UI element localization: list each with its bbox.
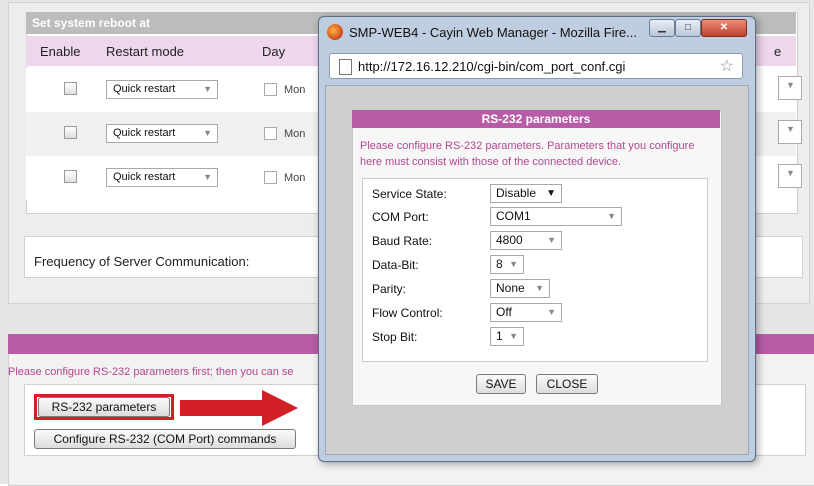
restart-mode-value: Quick restart — [113, 83, 176, 95]
baud-rate-select[interactable]: 4800 ▼ — [490, 231, 562, 250]
minimize-button[interactable]: ▁ — [649, 19, 675, 37]
parity-label: Parity: — [372, 282, 407, 296]
save-button[interactable]: SAVE — [476, 374, 526, 394]
restart-mode-select[interactable]: Quick restart ▼ — [106, 124, 218, 143]
chevron-down-icon: ▼ — [509, 331, 518, 341]
close-button[interactable]: CLOSE — [536, 374, 598, 394]
column-enable: Enable — [40, 44, 81, 59]
dialog-note: Please configure RS-232 parameters. Para… — [360, 140, 695, 168]
enable-checkbox[interactable] — [64, 126, 77, 139]
com-port-select[interactable]: COM1 ▼ — [490, 207, 622, 226]
restart-mode-value: Quick restart — [113, 127, 176, 139]
chevron-down-icon: ▼ — [203, 84, 212, 94]
row-select-stub[interactable]: ▼ — [778, 120, 802, 144]
day-label: Mon — [284, 128, 306, 140]
flow-control-value: Off — [496, 305, 512, 319]
data-bit-value: 8 — [496, 257, 503, 271]
parity-value: None — [496, 281, 525, 295]
day-label: Mon — [284, 84, 306, 96]
dialog-title: RS-232 parameters — [352, 110, 720, 128]
configure-commands-button[interactable]: Configure RS-232 (COM Port) commands — [34, 429, 296, 449]
com-port-label: COM Port: — [372, 210, 429, 224]
chevron-down-icon: ▼ — [786, 168, 795, 178]
maximize-icon: □ — [684, 22, 692, 33]
baud-rate-value: 4800 — [496, 233, 523, 247]
page-icon — [339, 59, 352, 75]
chevron-down-icon: ▼ — [786, 80, 795, 90]
chevron-down-icon: ▼ — [509, 259, 518, 269]
data-bit-label: Data-Bit: — [372, 258, 419, 272]
day-checkbox[interactable] — [264, 83, 277, 96]
chevron-down-icon: ▼ — [203, 172, 212, 182]
rs232-note: Please configure RS-232 parameters first… — [8, 366, 294, 378]
baud-rate-label: Baud Rate: — [372, 234, 433, 248]
stop-bit-label: Stop Bit: — [372, 330, 418, 344]
data-bit-select[interactable]: 8 ▼ — [490, 255, 524, 274]
close-window-button[interactable]: ✕ — [701, 19, 747, 37]
red-arrow-icon — [180, 390, 298, 426]
chevron-down-icon: ▼ — [203, 128, 212, 138]
enable-checkbox[interactable] — [64, 82, 77, 95]
url-bar[interactable]: http://172.16.12.210/cgi-bin/com_port_co… — [329, 53, 743, 79]
day-checkbox[interactable] — [264, 127, 277, 140]
service-state-select[interactable]: Disable ▼ — [490, 184, 562, 203]
restart-mode-select[interactable]: Quick restart ▼ — [106, 168, 218, 187]
stop-bit-select[interactable]: 1 ▼ — [490, 327, 524, 346]
restart-mode-value: Quick restart — [113, 171, 176, 183]
minimize-icon: ▁ — [658, 22, 666, 33]
chevron-down-icon: ▼ — [547, 235, 556, 245]
highlight-box — [34, 394, 174, 420]
bookmark-star-icon[interactable]: ☆ — [720, 56, 734, 76]
day-label: Mon — [284, 172, 306, 184]
maximize-button[interactable]: □ — [675, 19, 701, 37]
row-select-stub[interactable]: ▼ — [778, 76, 802, 100]
parity-select[interactable]: None ▼ — [490, 279, 550, 298]
enable-checkbox[interactable] — [64, 170, 77, 183]
chevron-down-icon: ▼ — [607, 211, 616, 221]
popup-titlebar[interactable]: SMP-WEB4 - Cayin Web Manager - Mozilla F… — [319, 17, 755, 47]
service-state-label: Service State: — [372, 187, 447, 201]
chevron-down-icon: ▼ — [535, 283, 544, 293]
flow-control-select[interactable]: Off ▼ — [490, 303, 562, 322]
column-restart-mode: Restart mode — [106, 44, 185, 59]
restart-mode-select[interactable]: Quick restart ▼ — [106, 80, 218, 99]
day-checkbox[interactable] — [264, 171, 277, 184]
row-select-stub[interactable]: ▼ — [778, 164, 802, 188]
frequency-label: Frequency of Server Communication: — [34, 254, 250, 269]
stop-bit-value: 1 — [496, 329, 503, 343]
column-day: Day — [262, 44, 286, 59]
chevron-down-icon: ▼ — [786, 124, 795, 134]
firefox-icon — [327, 24, 343, 40]
chevron-down-icon: ▼ — [546, 188, 556, 199]
com-port-value: COM1 — [496, 209, 531, 223]
flow-control-label: Flow Control: — [372, 306, 443, 320]
close-icon: ✕ — [719, 22, 729, 33]
window-title: SMP-WEB4 - Cayin Web Manager - Mozilla F… — [349, 25, 637, 40]
service-state-value: Disable — [496, 186, 537, 200]
column-tail: e — [774, 44, 782, 59]
chevron-down-icon: ▼ — [547, 307, 556, 317]
url-text: http://172.16.12.210/cgi-bin/com_port_co… — [358, 59, 626, 74]
